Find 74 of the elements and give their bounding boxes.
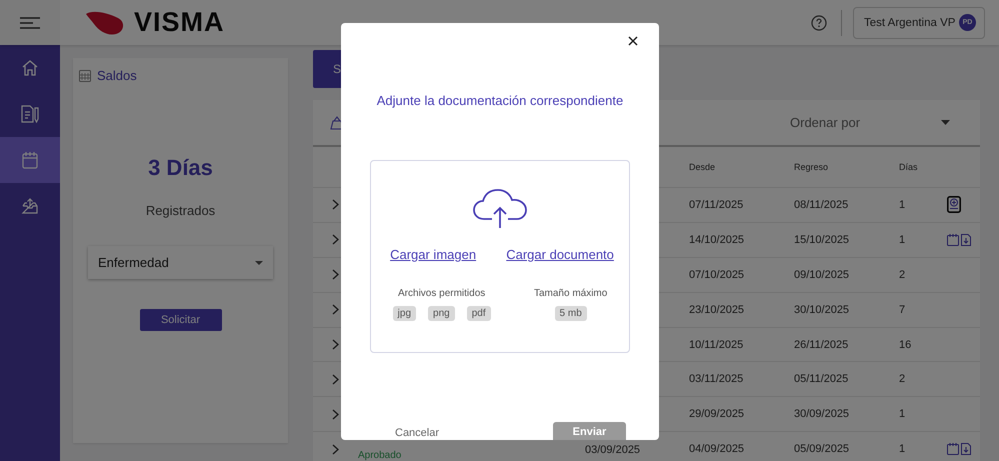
table-cell: 15/10/2025 bbox=[794, 234, 850, 246]
chevron-right-icon[interactable] bbox=[332, 374, 339, 385]
table-cell: 09/10/2025 bbox=[794, 268, 850, 281]
calendar-icon bbox=[79, 69, 91, 82]
table-cell: 07/10/2025 bbox=[689, 268, 744, 281]
max-size-chip: 5 mb bbox=[554, 306, 587, 321]
calendar-icon[interactable] bbox=[947, 234, 959, 246]
file-type-chip: png bbox=[428, 306, 455, 321]
chevron-right-icon[interactable] bbox=[332, 234, 339, 246]
table-cell: 10/11/2025 bbox=[689, 338, 744, 350]
upload-area[interactable]: Cargar imagen Cargar documento Archivos permitidos jpg png pdf Tamaño máximo 5 mb bbox=[370, 160, 630, 353]
menu-icon[interactable] bbox=[19, 16, 41, 28]
logo-icon bbox=[84, 10, 126, 36]
table-cell: 05/11/2025 bbox=[794, 373, 848, 386]
balance-amount: 3 Días bbox=[148, 155, 213, 181]
download-document-icon[interactable] bbox=[961, 443, 971, 456]
table-cell: 29/09/2025 bbox=[689, 408, 744, 420]
chevron-right-icon[interactable] bbox=[332, 199, 339, 210]
chevron-right-icon[interactable] bbox=[332, 444, 339, 455]
dropdown-caret-icon bbox=[941, 120, 950, 125]
table-cell: 30/10/2025 bbox=[794, 304, 850, 316]
table-cell: 1 bbox=[899, 198, 906, 211]
table-cell: 05/09/2025 bbox=[794, 443, 850, 456]
table-cell: 14/10/2025 bbox=[689, 234, 744, 246]
logo-text: VISMA bbox=[134, 7, 225, 38]
chevron-right-icon[interactable] bbox=[332, 269, 339, 280]
allowed-files-label: Archivos permitidos bbox=[398, 288, 486, 299]
upload-image-link[interactable]: Cargar imagen bbox=[390, 247, 476, 262]
upload-document-link[interactable]: Cargar documento bbox=[506, 247, 614, 262]
table-cell: 1 bbox=[899, 408, 906, 420]
table-cell: 16 bbox=[899, 338, 912, 350]
column-header: Regreso bbox=[794, 162, 830, 172]
card-title: Saldos bbox=[97, 68, 137, 83]
dropdown-caret-icon bbox=[255, 260, 263, 264]
home-icon bbox=[21, 59, 39, 77]
table-cell: 07/11/2025 bbox=[689, 198, 744, 211]
table-cell: 26/11/2025 bbox=[794, 338, 848, 350]
table-cell: 2 bbox=[899, 268, 906, 281]
download-document-icon[interactable] bbox=[961, 234, 971, 246]
file-type-chip: pdf bbox=[466, 306, 491, 321]
submit-button[interactable]: Enviar bbox=[553, 422, 626, 440]
sort-dropdown[interactable]: Ordenar por bbox=[790, 115, 950, 130]
table-cell: 1 bbox=[899, 443, 906, 456]
table-cell: 30/09/2025 bbox=[794, 408, 850, 420]
table-cell: 2 bbox=[899, 373, 906, 386]
calendar-icon bbox=[22, 151, 38, 169]
cloud-upload-icon bbox=[472, 189, 528, 229]
calendar-icon[interactable] bbox=[947, 443, 959, 456]
sidebar-item[interactable] bbox=[0, 137, 60, 183]
request-button[interactable]: Solicitar bbox=[140, 309, 222, 331]
table-cell: 04/09/2025 bbox=[689, 443, 744, 456]
table-cell: 23/10/2025 bbox=[689, 304, 744, 316]
column-header: Días bbox=[899, 162, 919, 172]
help-icon[interactable] bbox=[811, 14, 827, 30]
balance-caption: Registrados bbox=[146, 203, 216, 218]
table-cell: 7 bbox=[899, 304, 906, 316]
document-icon bbox=[20, 105, 40, 123]
chevron-right-icon[interactable] bbox=[332, 304, 339, 316]
dialog-title: Adjunte la documentación correspondiente bbox=[376, 93, 624, 108]
chevron-right-icon[interactable] bbox=[332, 339, 339, 350]
table-cell: 1 bbox=[899, 234, 906, 246]
chevron-right-icon[interactable] bbox=[332, 408, 339, 420]
column-header: Desde bbox=[689, 162, 716, 172]
close-icon[interactable] bbox=[628, 36, 638, 46]
file-type-chip: jpg bbox=[392, 306, 416, 321]
leave-type-dropdown[interactable]: Enfermedad bbox=[88, 246, 273, 279]
max-size-label: Tamaño máximo bbox=[534, 288, 608, 299]
table-cell: 08/11/2025 bbox=[794, 198, 848, 211]
cancel-button[interactable]: Cancelar bbox=[385, 422, 450, 440]
status-text: Aprobado bbox=[358, 450, 402, 461]
table-cell: 03/11/2025 bbox=[689, 373, 744, 386]
table-cell: 03/09/2025 bbox=[585, 444, 640, 456]
inbox-icon bbox=[21, 197, 39, 215]
add-document-icon[interactable] bbox=[947, 196, 961, 214]
